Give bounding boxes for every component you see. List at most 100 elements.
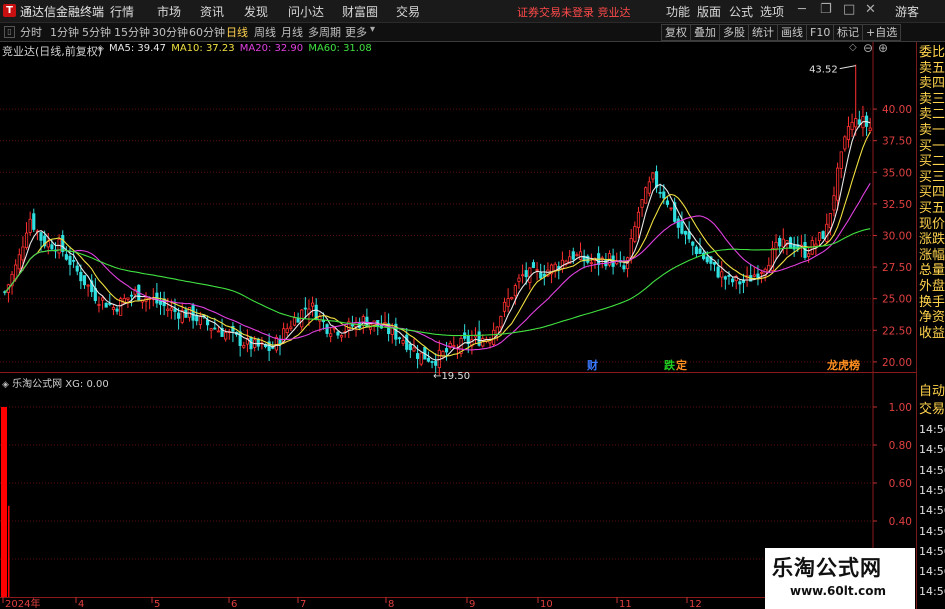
candle-body bbox=[64, 254, 68, 260]
candle-body bbox=[506, 298, 510, 307]
quote-label-9: 买四 bbox=[919, 185, 945, 201]
quote-label-4: 卖二 bbox=[919, 107, 945, 123]
xtick-label-8: 11 bbox=[619, 599, 632, 609]
quote-label-6: 买一 bbox=[919, 138, 945, 154]
candle-body bbox=[412, 347, 416, 352]
candle-body bbox=[173, 308, 177, 312]
candle-body bbox=[578, 251, 583, 260]
candle-body bbox=[640, 199, 644, 208]
ma-line-ma20 bbox=[4, 183, 871, 351]
candle-body bbox=[868, 127, 872, 132]
candle-body bbox=[198, 315, 202, 325]
ytick-label-5: 27.50 bbox=[882, 262, 912, 274]
candle-body bbox=[665, 200, 669, 205]
candle-body bbox=[535, 269, 539, 272]
candle-body bbox=[24, 232, 29, 249]
candle-body bbox=[61, 234, 65, 252]
candle-body bbox=[126, 297, 130, 300]
candle-body bbox=[166, 308, 170, 311]
candle-body bbox=[683, 230, 688, 235]
ytick-label-0: 40.00 bbox=[882, 104, 912, 116]
candle-body bbox=[821, 231, 825, 239]
trade-time-4: 14:56 bbox=[919, 504, 945, 518]
candle-body bbox=[289, 326, 293, 329]
candle-body bbox=[444, 348, 449, 353]
candle-body bbox=[832, 195, 836, 211]
quote-label-5: 卖一 bbox=[919, 123, 945, 138]
sub-ytick-label-1: 0.80 bbox=[889, 440, 912, 452]
candle-body bbox=[575, 254, 579, 257]
candle-body bbox=[517, 277, 521, 282]
candle-body bbox=[75, 265, 79, 272]
candle-body bbox=[434, 360, 438, 366]
xg-signal-bar-1 bbox=[8, 505, 10, 597]
candle-body bbox=[28, 218, 32, 233]
trade-label-1[interactable]: 交易 bbox=[919, 402, 945, 418]
candle-body bbox=[350, 324, 354, 327]
ma-line-ma10 bbox=[4, 131, 871, 357]
candle-body bbox=[177, 312, 181, 319]
candle-body bbox=[560, 259, 564, 270]
quote-label-7: 买二 bbox=[919, 154, 945, 170]
candle-body bbox=[752, 274, 756, 277]
sub-ytick-label-2: 0.60 bbox=[889, 478, 912, 490]
candle-body bbox=[336, 331, 340, 336]
event-marker-1: 跌 bbox=[664, 358, 676, 372]
candle-body bbox=[46, 241, 50, 248]
candle-body bbox=[405, 334, 409, 350]
candle-body bbox=[86, 284, 90, 287]
trade-time-2: 14:56 bbox=[919, 463, 945, 477]
candle-body bbox=[510, 297, 514, 300]
candle-body bbox=[292, 317, 297, 326]
watermark-title: 乐淘公式网 bbox=[772, 556, 882, 580]
quote-label-2: 卖四 bbox=[919, 76, 945, 92]
candle-body bbox=[416, 353, 420, 359]
candle-body bbox=[654, 171, 659, 188]
candle-body bbox=[39, 232, 43, 241]
kline-chart[interactable]: 40.00 37.50 35.00 32.50 30.00 27.50 25.00 22.50… bbox=[0, 0, 945, 609]
quote-label-3: 卖三 bbox=[919, 91, 945, 107]
candle-body bbox=[636, 211, 641, 228]
watermark-url: www.60lt.com bbox=[790, 584, 887, 598]
high-annotation: 43.52 bbox=[809, 65, 838, 76]
candle-body bbox=[502, 301, 507, 312]
candle-body bbox=[104, 302, 108, 308]
candle-body bbox=[817, 232, 822, 242]
xtick-label-9: 12 bbox=[689, 599, 702, 609]
xtick-label-6: 9 bbox=[469, 599, 475, 609]
candle-body bbox=[658, 191, 662, 194]
candle-body bbox=[731, 278, 735, 283]
candle-body bbox=[191, 305, 195, 321]
event-marker-2: 定 bbox=[676, 358, 687, 372]
ma-line-ma5 bbox=[4, 121, 871, 361]
low-annotation: ←19.50 bbox=[433, 371, 470, 382]
quote-label-15: 外盘 bbox=[919, 279, 945, 294]
event-marker-3: 龙虎榜 bbox=[826, 358, 860, 372]
ytick-label-4: 30.00 bbox=[882, 230, 912, 242]
candle-body bbox=[846, 126, 851, 140]
trade-time-5: 14:56 bbox=[919, 524, 945, 538]
candle-body bbox=[224, 332, 228, 340]
candle-body bbox=[195, 315, 199, 322]
trade-time-7: 14:56 bbox=[919, 565, 945, 579]
trade-label-0[interactable]: 自动 bbox=[919, 384, 945, 400]
xtick-label-2: 5 bbox=[154, 599, 160, 609]
trade-time-3: 14:56 bbox=[919, 483, 945, 497]
candle-body bbox=[531, 262, 536, 268]
candle-body bbox=[727, 275, 731, 277]
candle-body bbox=[97, 303, 101, 306]
event-marker-0: 财 bbox=[586, 358, 598, 372]
high-pointer bbox=[839, 65, 856, 70]
candle-body bbox=[285, 328, 289, 334]
candle-body bbox=[397, 337, 402, 340]
candle-body bbox=[781, 238, 785, 248]
candle-body bbox=[698, 248, 702, 254]
candle-body bbox=[184, 309, 188, 318]
quote-label-11: 现价 bbox=[919, 216, 945, 232]
candle-body bbox=[68, 255, 72, 265]
trade-time-0: 14:56 bbox=[919, 423, 945, 436]
xtick-label-3: 6 bbox=[231, 599, 237, 609]
candle-body bbox=[850, 122, 854, 130]
candle-body bbox=[524, 270, 528, 278]
candle-body bbox=[339, 335, 344, 338]
